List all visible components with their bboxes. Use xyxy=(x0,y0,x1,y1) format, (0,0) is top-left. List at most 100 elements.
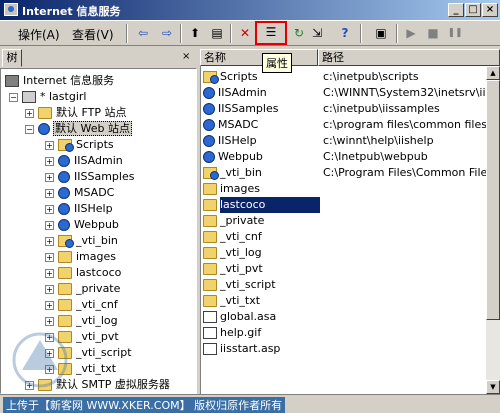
list-view[interactable]: Scripts c:\inetpub\scripts IISAdmin C:\WINN… xyxy=(200,66,486,394)
list-row[interactable]: _vti_log xyxy=(203,245,486,261)
tree-tab-header: 树 × xyxy=(0,49,197,67)
folder-icon xyxy=(203,183,217,195)
list-row[interactable]: _vti_txt xyxy=(203,293,486,309)
list-row[interactable]: Scripts c:\inetpub\scripts xyxy=(203,69,486,85)
tree-label: MSADC xyxy=(74,186,115,199)
list-row[interactable]: _private xyxy=(203,213,486,229)
list-row[interactable]: _vti_script xyxy=(203,277,486,293)
list-row-path: c:\inetpub\scripts xyxy=(323,70,419,83)
globe-icon xyxy=(38,123,50,135)
list-row[interactable]: IISAdmin C:\WINNT\System32\inetsrv\iisad xyxy=(203,85,486,101)
list-row[interactable]: images xyxy=(203,181,486,197)
status-bar: 上传于【新客网 WWW.XKER.COM】 版权归原作者所有 xyxy=(0,394,500,413)
tree-close-icon[interactable]: × xyxy=(182,51,190,62)
forward-icon[interactable]: ⇨ xyxy=(158,24,176,42)
list-row-name: Webpub xyxy=(218,150,263,163)
tree-root[interactable]: Internet 信息服务 xyxy=(5,73,115,89)
stop-icon[interactable]: ■ xyxy=(424,24,442,42)
tree-item-webpub[interactable]: + Webpub xyxy=(45,217,120,233)
list-row[interactable]: IISHelp c:\winnt\help\iishelp xyxy=(203,133,486,149)
list-row[interactable]: _vti_cnf xyxy=(203,229,486,245)
expand-icon[interactable]: + xyxy=(45,284,54,294)
title-bar[interactable]: Internet 信息服务 _ □ × xyxy=(0,0,500,20)
tree-item-images[interactable]: + images xyxy=(45,249,117,265)
tree-label: * lastgirl xyxy=(40,90,87,103)
maximize-button[interactable]: □ xyxy=(465,3,481,17)
tree-item-vti-log[interactable]: + _vti_log xyxy=(45,313,119,329)
folder-icon xyxy=(203,263,217,275)
tree-item-iisadmin[interactable]: + IISAdmin xyxy=(45,153,124,169)
expand-icon[interactable]: + xyxy=(45,156,54,166)
menu-action[interactable]: 操作(A) xyxy=(18,26,60,43)
tree-item-iissamples[interactable]: + IISSamples xyxy=(45,169,135,185)
start-icon[interactable]: ▶ xyxy=(402,24,420,42)
tree-server[interactable]: − * lastgirl xyxy=(9,89,87,105)
vertical-scrollbar[interactable]: ▲ ▼ xyxy=(486,66,500,394)
app-globe-icon xyxy=(203,87,215,99)
list-row[interactable]: global.asa xyxy=(203,309,486,325)
expand-icon[interactable]: + xyxy=(45,204,54,214)
tree-item-lastcoco[interactable]: + lastcoco xyxy=(45,265,122,281)
list-row[interactable]: help.gif xyxy=(203,325,486,341)
list-row-name: _private xyxy=(220,214,265,227)
expand-icon[interactable]: + xyxy=(45,236,54,246)
tree-item-private[interactable]: + _private xyxy=(45,281,121,297)
computer-icon[interactable]: ▣ xyxy=(372,24,390,42)
list-row[interactable]: MSADC c:\program files\common files\syst xyxy=(203,117,486,133)
show-tree-icon[interactable]: ▤ xyxy=(208,24,226,42)
tree-label: _vti_log xyxy=(76,314,118,327)
minimize-button[interactable]: _ xyxy=(448,3,464,17)
web-folder-icon xyxy=(58,235,74,248)
web-folder-icon xyxy=(203,167,219,180)
scroll-thumb[interactable] xyxy=(486,80,500,320)
scroll-up-icon[interactable]: ▲ xyxy=(486,66,500,80)
expand-icon[interactable]: + xyxy=(45,220,54,230)
list-row-name: images xyxy=(220,182,260,195)
expand-icon[interactable]: + xyxy=(45,268,54,278)
window-title: Internet 信息服务 xyxy=(22,5,121,18)
list-row[interactable]: Webpub C:\Inetpub\webpub xyxy=(203,149,486,165)
expand-icon[interactable]: + xyxy=(45,316,54,326)
column-header-path[interactable]: 路径 xyxy=(318,49,500,66)
delete-icon[interactable]: ✕ xyxy=(236,24,254,42)
tree-label: Webpub xyxy=(74,218,119,231)
tree-label: lastcoco xyxy=(76,266,122,279)
tree-label: _vti_txt xyxy=(76,362,117,375)
tree-ftp-site[interactable]: + 默认 FTP 站点 xyxy=(25,105,127,121)
up-level-icon[interactable]: ⬆ xyxy=(186,24,204,42)
pause-icon[interactable]: ❚❚ xyxy=(446,24,464,42)
list-row[interactable]: lastcoco xyxy=(203,197,486,213)
properties-icon[interactable]: ☰ xyxy=(255,21,287,45)
app-icon[interactable] xyxy=(4,3,18,16)
tree-item-iishelp[interactable]: + IISHelp xyxy=(45,201,114,217)
list-row[interactable]: _vti_pvt xyxy=(203,261,486,277)
tree-item-scripts[interactable]: + Scripts xyxy=(45,137,115,153)
list-row[interactable]: IISSamples c:\inetpub\iissamples xyxy=(203,101,486,117)
tree-item-vti-bin[interactable]: + _vti_bin xyxy=(45,233,119,249)
close-button[interactable]: × xyxy=(482,3,498,17)
expand-icon[interactable]: + xyxy=(45,188,54,198)
export-list-icon[interactable]: ⇲ xyxy=(308,24,326,42)
app-globe-icon xyxy=(203,103,215,115)
scroll-down-icon[interactable]: ▼ xyxy=(486,380,500,394)
list-row[interactable]: iisstart.asp xyxy=(203,341,486,357)
expand-icon[interactable]: + xyxy=(45,300,54,310)
refresh-icon[interactable]: ↻ xyxy=(290,24,308,42)
toolbar-separator xyxy=(396,24,398,43)
expand-icon[interactable]: + xyxy=(25,108,34,118)
back-icon[interactable]: ⇦ xyxy=(134,24,152,42)
tab-tree[interactable]: 树 xyxy=(2,49,22,67)
expand-icon[interactable]: + xyxy=(45,252,54,262)
list-row[interactable]: _vti_bin C:\Program Files\Common Files\Mi xyxy=(203,165,486,181)
collapse-icon[interactable]: − xyxy=(25,124,34,134)
help-icon[interactable]: ? xyxy=(336,24,354,42)
collapse-icon[interactable]: − xyxy=(9,92,18,102)
tree-item-msadc[interactable]: + MSADC xyxy=(45,185,115,201)
expand-icon[interactable]: + xyxy=(45,172,54,182)
expand-icon[interactable]: + xyxy=(45,140,54,150)
column-header-name[interactable]: 名称 xyxy=(200,49,318,66)
tree-web-site[interactable]: − 默认 Web 站点 xyxy=(25,121,132,137)
menu-view[interactable]: 查看(V) xyxy=(72,26,114,43)
menu-toolbar: 操作(A) 查看(V) ⇦ ⇨ ⬆ ▤ ✕ ☰ ↻ ⇲ ? ▣ ▶ ■ ❚❚ xyxy=(0,20,500,46)
tree-item-vti-cnf[interactable]: + _vti_cnf xyxy=(45,297,119,313)
